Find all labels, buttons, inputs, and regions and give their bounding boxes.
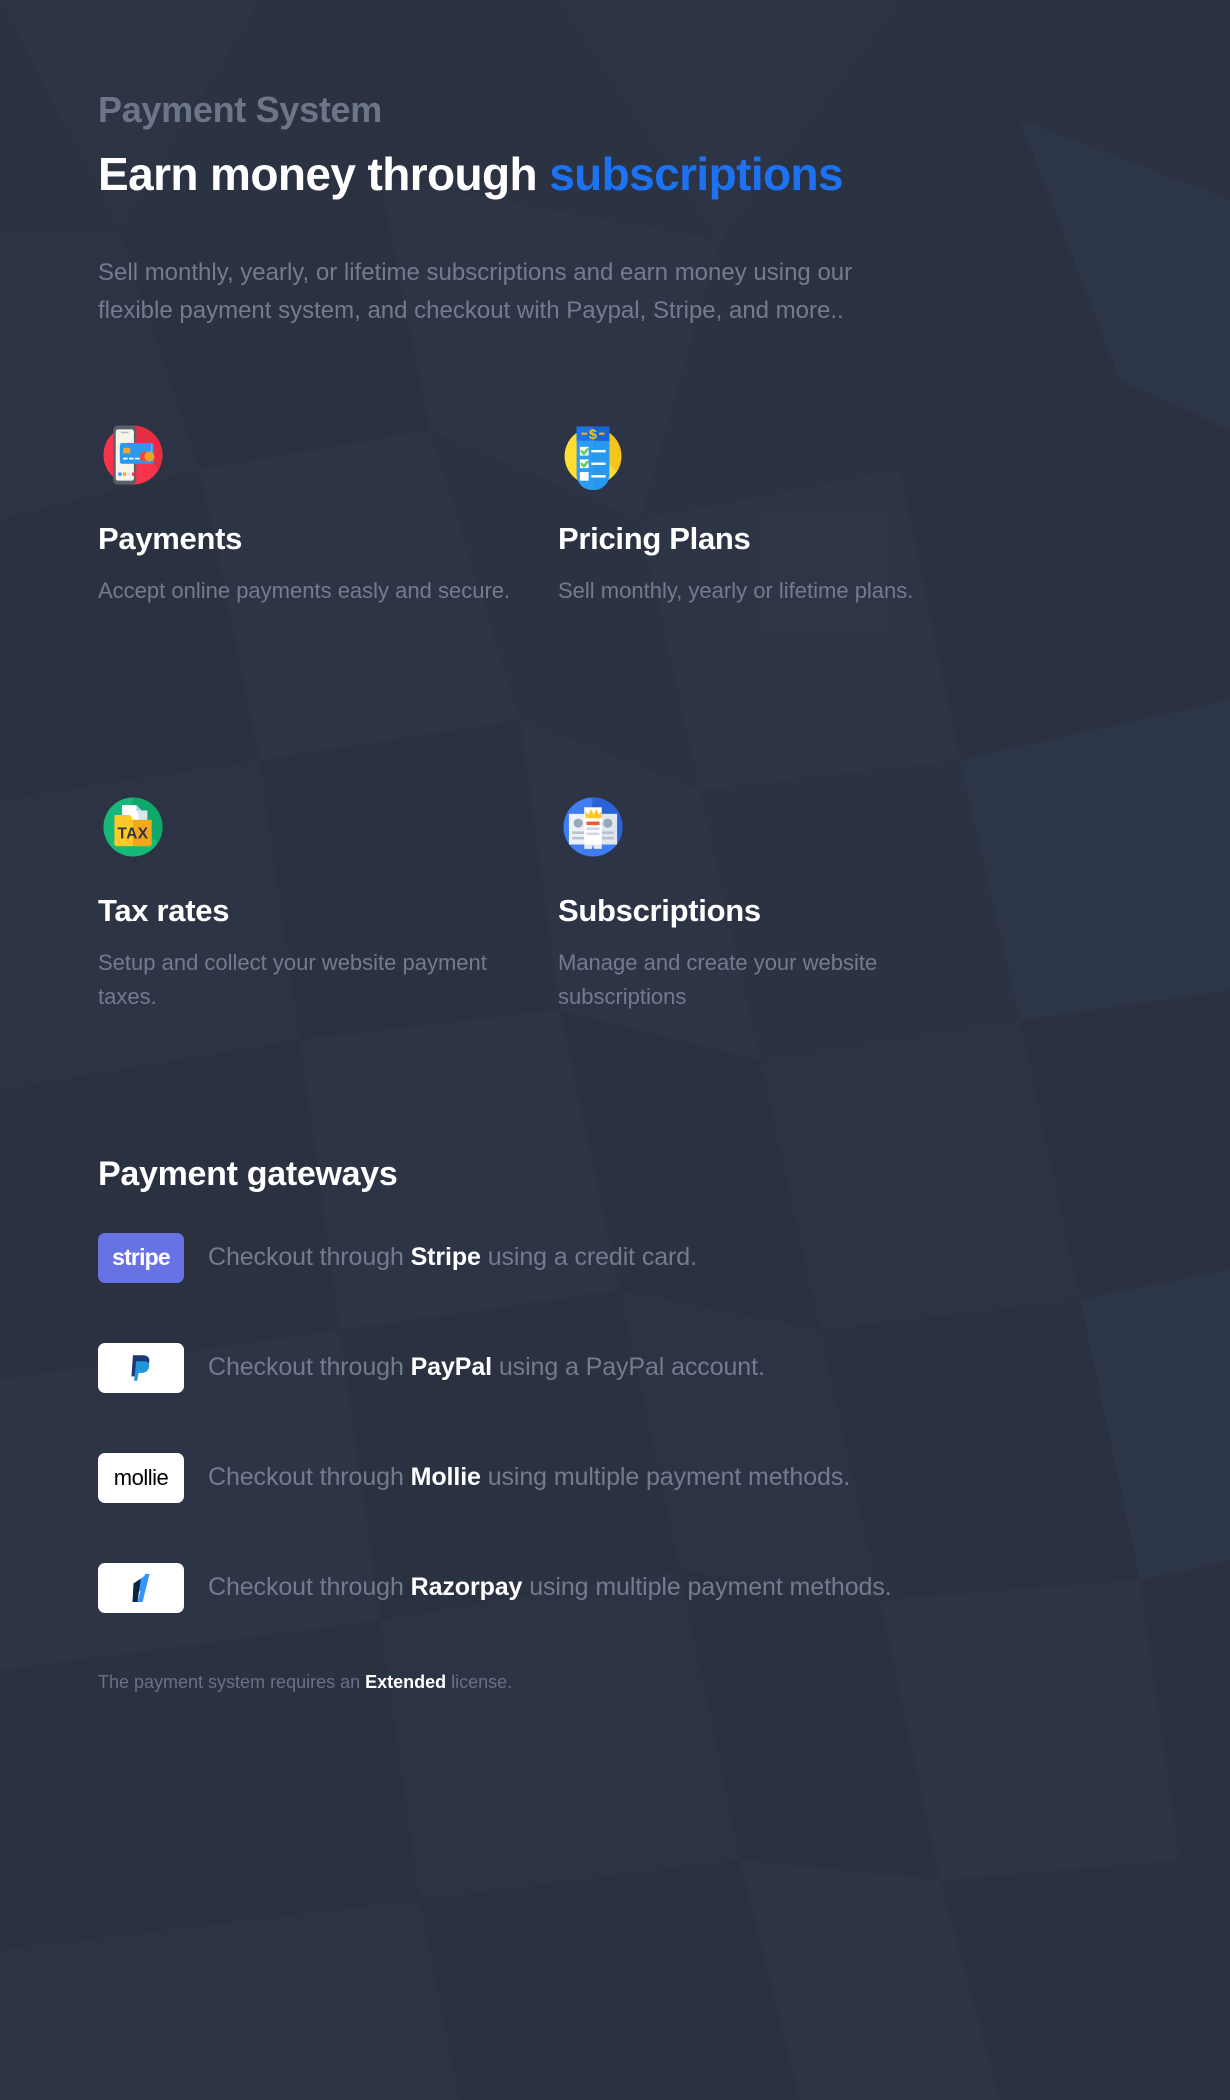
- gateway-name: Mollie: [410, 1463, 481, 1492]
- gateway-text-suffix: using a PayPal account.: [492, 1353, 765, 1382]
- mollie-logo-text: mollie: [113, 1464, 169, 1490]
- razorpay-logo: [98, 1562, 184, 1613]
- feature-title: Payments: [98, 521, 243, 557]
- license-suffix: license.: [446, 1671, 513, 1692]
- mobile-credit-card-icon: [103, 425, 163, 485]
- gateway-description: Checkout through Mollie using multiple p…: [208, 1463, 850, 1492]
- feature-description: Accept online payments easly and secure.: [98, 578, 511, 604]
- page-content: Payment System Earn money through subscr…: [0, 0, 1230, 1693]
- gateway-text-suffix: using multiple payment methods.: [480, 1463, 851, 1492]
- gateways-heading: Payment gateways: [98, 1154, 398, 1193]
- price-checklist-icon: $: [564, 426, 622, 491]
- gateway-name: Razorpay: [410, 1573, 523, 1602]
- license-note: The payment system requires an Extended …: [98, 1672, 1132, 1693]
- payment-gateways-section: Payment gateways stripe Checkout through…: [98, 1155, 1132, 1693]
- feature-card-tax-rates: TAX Tax rates Setup and collect your web…: [98, 792, 528, 1014]
- gateway-name: Stripe: [410, 1243, 481, 1272]
- gateway-description: Checkout through PayPal using a PayPal a…: [208, 1353, 765, 1382]
- tax-folder-icon: TAX: [103, 797, 163, 857]
- eyebrow-label: Payment System: [98, 89, 382, 130]
- gateway-description: Checkout through Razorpay using multiple…: [208, 1573, 892, 1602]
- gateway-text-prefix: Checkout through: [208, 1463, 411, 1492]
- feature-description: Sell monthly, yearly or lifetime plans.: [558, 578, 914, 604]
- gateway-text-prefix: Checkout through: [208, 1353, 411, 1382]
- license-name: Extended: [365, 1671, 447, 1692]
- mollie-logo: mollie: [98, 1452, 184, 1503]
- svg-text:TAX: TAX: [117, 826, 148, 843]
- feature-card-subscriptions: Subscriptions Manage and create your web…: [558, 792, 988, 1014]
- gateway-description: Checkout through Stripe using a credit c…: [208, 1243, 697, 1272]
- payment-system-page: Payment System Earn money through subscr…: [0, 0, 1230, 2100]
- headline-accent: subscriptions: [549, 148, 843, 201]
- stripe-logo: stripe: [98, 1232, 184, 1283]
- feature-card-pricing-plans: $ Pricing Plans Sell monthly, yearly or …: [558, 420, 988, 608]
- license-prefix: The payment system requires an: [98, 1671, 366, 1692]
- gateway-row-mollie: mollie Checkout through Mollie using mul…: [98, 1452, 1132, 1504]
- feature-description: Manage and create your website subscript…: [558, 950, 878, 1010]
- gateway-text-suffix: using a credit card.: [480, 1243, 697, 1272]
- feature-description: Setup and collect your website payment t…: [98, 950, 487, 1010]
- gateway-row-stripe: stripe Checkout through Stripe using a c…: [98, 1232, 1132, 1284]
- feature-grid: Payments Accept online payments easly an…: [98, 420, 1132, 1014]
- gateway-row-paypal: Checkout through PayPal using a PayPal a…: [98, 1342, 1132, 1394]
- feature-title: Tax rates: [98, 893, 230, 929]
- gateway-row-razorpay: Checkout through Razorpay using multiple…: [98, 1562, 1132, 1614]
- gateway-text-prefix: Checkout through: [208, 1243, 411, 1272]
- subscription-crown-icon: [563, 797, 623, 857]
- stripe-logo-text: stripe: [112, 1244, 171, 1271]
- gateway-text-prefix: Checkout through: [208, 1573, 411, 1602]
- page-title: Earn money through subscriptions: [98, 147, 1132, 201]
- headline-lead: Earn money through: [98, 148, 550, 201]
- svg-text:$: $: [589, 427, 597, 443]
- paypal-mark-icon: [131, 1354, 150, 1381]
- gateway-name: PayPal: [410, 1353, 493, 1382]
- gateway-text-suffix: using multiple payment methods.: [522, 1573, 892, 1602]
- razorpay-mark-icon: [132, 1573, 150, 1602]
- paypal-logo: [98, 1342, 184, 1393]
- feature-card-payments: Payments Accept online payments easly an…: [98, 420, 528, 608]
- gateway-list: stripe Checkout through Stripe using a c…: [98, 1232, 1132, 1614]
- feature-title: Pricing Plans: [558, 521, 751, 557]
- feature-title: Subscriptions: [558, 893, 761, 929]
- hero-description: Sell monthly, yearly, or lifetime subscr…: [98, 259, 853, 325]
- hero-section: Payment System Earn money through subscr…: [98, 0, 1132, 330]
